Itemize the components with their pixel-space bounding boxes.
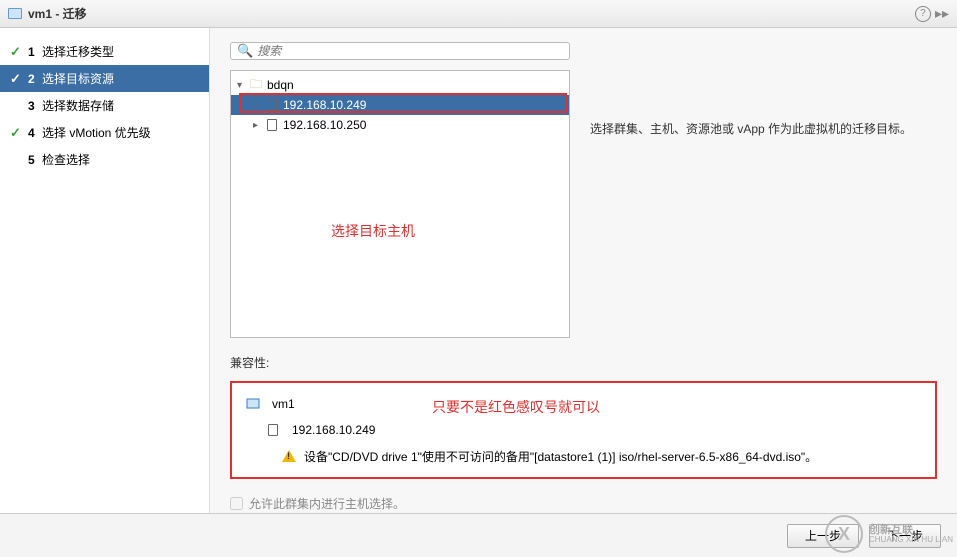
compat-warning-row: 设备"CD/DVD drive 1"使用不可访问的备用"[datastore1 … [242, 443, 925, 469]
help-icon[interactable]: ? [915, 6, 931, 22]
step-target-resource[interactable]: ✓ 2 选择目标资源 [0, 65, 209, 92]
compat-host-name: 192.168.10.249 [292, 423, 375, 437]
annotation-select-host: 选择目标主机 [331, 221, 415, 241]
cluster-host-select-row: 允许此群集内进行主机选择。 [230, 489, 937, 512]
annotation-warning-ok: 只要不是红色感叹号就可以 [432, 397, 600, 417]
step-review[interactable]: 5 检查选择 [0, 146, 209, 173]
check-icon: ✓ [10, 71, 28, 87]
compatibility-box: 只要不是红色感叹号就可以 vm1 192.168.10.249 设备"CD/DV… [230, 381, 937, 479]
expand-icon[interactable]: ▹ [253, 100, 265, 111]
instruction-text: 选择群集、主机、资源池或 vApp 作为此虚拟机的迁移目标。 [590, 70, 912, 338]
check-icon: ✓ [10, 125, 28, 141]
main-panel: 🔍 ▾ 🗀 bdqn ▹ 192.168.10.249 [210, 28, 957, 513]
search-input[interactable] [257, 44, 563, 58]
warning-icon [282, 450, 296, 462]
expand-icon[interactable]: ▸▸ [935, 5, 949, 22]
logo-sublabel: CHUANG XIN HU LIAN [869, 536, 953, 545]
step-migration-type[interactable]: ✓ 1 选择迁移类型 [0, 38, 209, 65]
tree-label: 192.168.10.249 [283, 98, 366, 112]
footer: 上一步 下一步 [0, 513, 957, 557]
search-icon: 🔍 [237, 43, 253, 59]
tree-host-249[interactable]: ▹ 192.168.10.249 [231, 95, 569, 115]
tree-label: 192.168.10.250 [283, 118, 366, 132]
compatibility-label: 兼容性: [230, 354, 937, 371]
step-datastore[interactable]: 3 选择数据存储 [0, 92, 209, 119]
cluster-host-label: 允许此群集内进行主机选择。 [249, 495, 405, 512]
host-icon [265, 98, 279, 112]
collapse-icon[interactable]: ▾ [237, 80, 249, 91]
expand-icon[interactable]: ▸ [253, 120, 265, 131]
cluster-host-checkbox [230, 497, 243, 510]
compat-host-row: 192.168.10.249 [242, 417, 925, 443]
datacenter-icon: 🗀 [249, 78, 263, 92]
tree-label: bdqn [267, 78, 294, 92]
window-title: vm1 - 迁移 [28, 5, 87, 22]
host-icon [266, 423, 280, 437]
tree-host-250[interactable]: ▸ 192.168.10.250 [231, 115, 569, 135]
title-bar: vm1 - 迁移 ? ▸▸ [0, 0, 957, 28]
vm-icon [246, 397, 260, 411]
wizard-sidebar: ✓ 1 选择迁移类型 ✓ 2 选择目标资源 3 选择数据存储 ✓ 4 选择 vM… [0, 28, 210, 513]
logo-label: 创新互联 [869, 524, 953, 536]
step-vmotion-priority[interactable]: ✓ 4 选择 vMotion 优先级 [0, 119, 209, 146]
compat-warning-text: 设备"CD/DVD drive 1"使用不可访问的备用"[datastore1 … [304, 448, 817, 465]
host-icon [265, 118, 279, 132]
vm-icon [8, 7, 22, 21]
brand-logo: X 创新互联 CHUANG XIN HU LIAN [825, 515, 953, 553]
check-icon: ✓ [10, 44, 28, 60]
resource-tree: ▾ 🗀 bdqn ▹ 192.168.10.249 ▸ 192.168.10.2… [230, 70, 570, 338]
search-box[interactable]: 🔍 [230, 42, 570, 60]
compat-vm-name: vm1 [272, 397, 295, 411]
logo-symbol: X [825, 515, 863, 553]
tree-root-bdqn[interactable]: ▾ 🗀 bdqn [231, 75, 569, 95]
